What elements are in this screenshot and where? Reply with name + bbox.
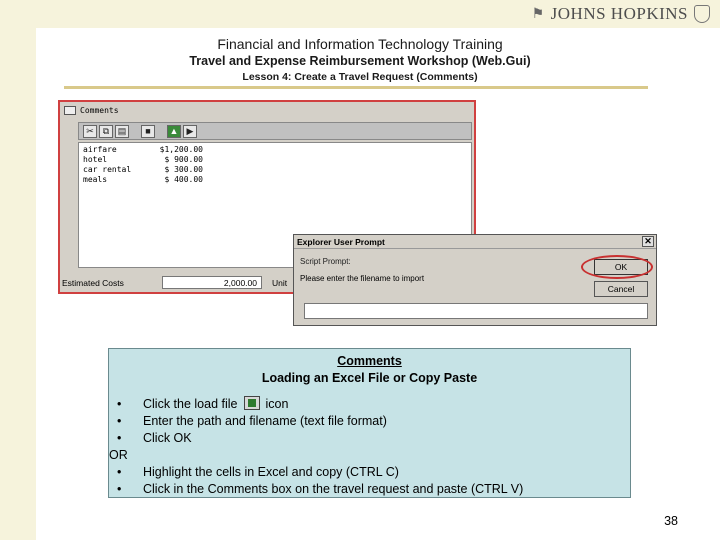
prompt-titlebar: Explorer User Prompt ✕ bbox=[294, 235, 656, 249]
copy-icon[interactable]: ⧉ bbox=[99, 124, 113, 138]
comments-window-title: Comments bbox=[80, 106, 119, 115]
header-divider bbox=[64, 86, 648, 89]
close-icon[interactable]: ✕ bbox=[642, 236, 654, 247]
load-file-icon[interactable]: ▲ bbox=[167, 124, 181, 138]
cancel-button[interactable]: Cancel bbox=[594, 281, 648, 297]
estimated-costs-field[interactable]: 2,000.00 bbox=[162, 276, 262, 289]
explorer-user-prompt: Explorer User Prompt ✕ Script Prompt: Pl… bbox=[293, 234, 657, 326]
list-item: • Click the load file icon bbox=[117, 396, 289, 411]
or-separator: OR bbox=[109, 448, 128, 462]
instructions-title: Comments bbox=[337, 354, 402, 368]
instructions-list: • Click the load file icon • Enter the pa… bbox=[109, 396, 627, 498]
prompt-message: Please enter the filename to import bbox=[300, 274, 425, 283]
comments-toolbar: ✂ ⧉ ▤ ■ ▲ ▶ bbox=[78, 122, 472, 140]
comment-line: meals $ 400.00 bbox=[83, 175, 203, 184]
window-icon bbox=[64, 106, 76, 115]
lesson-title: Lesson 4: Create a Travel Request (Comme… bbox=[242, 71, 478, 83]
list-item: • Highlight the cells in Excel and copy … bbox=[117, 465, 399, 479]
comment-line: hotel $ 900.00 bbox=[83, 155, 203, 164]
load-file-icon bbox=[243, 396, 260, 410]
page-title: Financial and Information Technology Tra… bbox=[217, 36, 503, 52]
unit-label: Unit bbox=[272, 278, 288, 288]
list-item: • Click in the Comments box on the trave… bbox=[117, 482, 524, 496]
university-logo: ⚑ JOHNS HOPKINS bbox=[532, 4, 710, 24]
cut-icon[interactable]: ✂ bbox=[83, 124, 97, 138]
prompt-caption: Script Prompt: bbox=[300, 257, 351, 266]
workshop-title: Travel and Expense Reimbursement Worksho… bbox=[189, 54, 531, 68]
logo-text: JOHNS HOPKINS bbox=[550, 4, 688, 23]
estimated-costs-label: Estimated Costs bbox=[62, 278, 124, 288]
seal-icon bbox=[694, 5, 710, 23]
instructions-box: Comments Loading an Excel File or Copy P… bbox=[108, 348, 631, 498]
export-icon[interactable]: ▶ bbox=[183, 124, 197, 138]
flag-icon: ⚑ bbox=[531, 6, 545, 22]
page-number: 38 bbox=[664, 514, 678, 528]
filename-input[interactable] bbox=[304, 303, 648, 319]
save-icon[interactable]: ■ bbox=[141, 124, 155, 138]
comment-line: airfare $1,200.00 bbox=[83, 145, 203, 154]
comment-line: car rental $ 300.00 bbox=[83, 165, 203, 174]
instructions-subtitle: Loading an Excel File or Copy Paste bbox=[261, 371, 478, 385]
prompt-body: Script Prompt: Please enter the filename… bbox=[300, 253, 582, 297]
list-item: • Click OK bbox=[117, 431, 192, 445]
ok-highlight bbox=[581, 255, 653, 279]
list-item: • Enter the path and filename (text file… bbox=[117, 414, 387, 428]
paste-icon[interactable]: ▤ bbox=[115, 124, 129, 138]
comments-titlebar: Comments bbox=[62, 104, 472, 118]
prompt-title: Explorer User Prompt bbox=[297, 237, 385, 247]
